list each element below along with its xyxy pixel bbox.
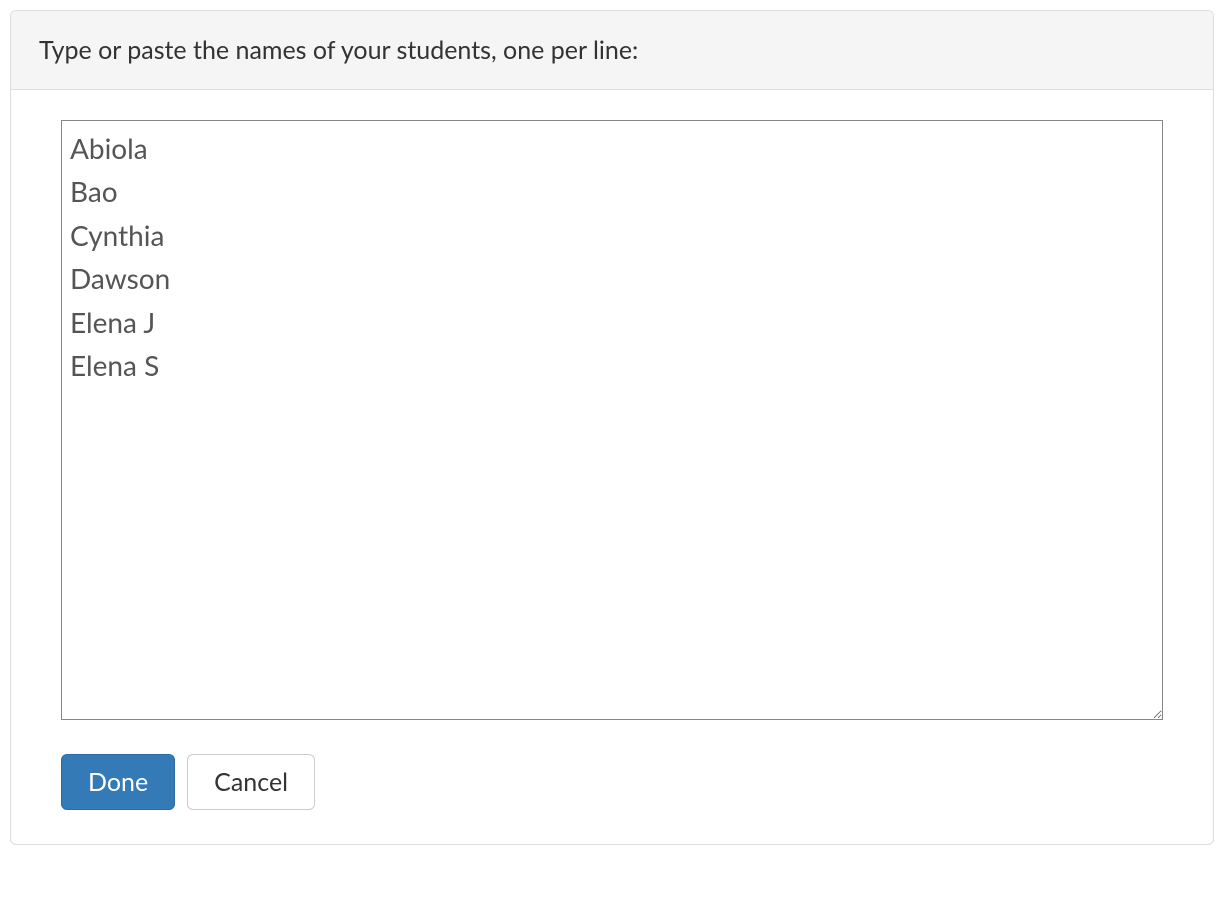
student-names-panel: Type or paste the names of your students… [10, 10, 1214, 845]
button-row: Done Cancel [61, 754, 1163, 810]
student-names-textarea[interactable] [61, 120, 1163, 720]
cancel-button[interactable]: Cancel [187, 754, 315, 810]
panel-body: Done Cancel [11, 90, 1213, 844]
panel-title: Type or paste the names of your students… [11, 11, 1213, 90]
done-button[interactable]: Done [61, 754, 175, 810]
